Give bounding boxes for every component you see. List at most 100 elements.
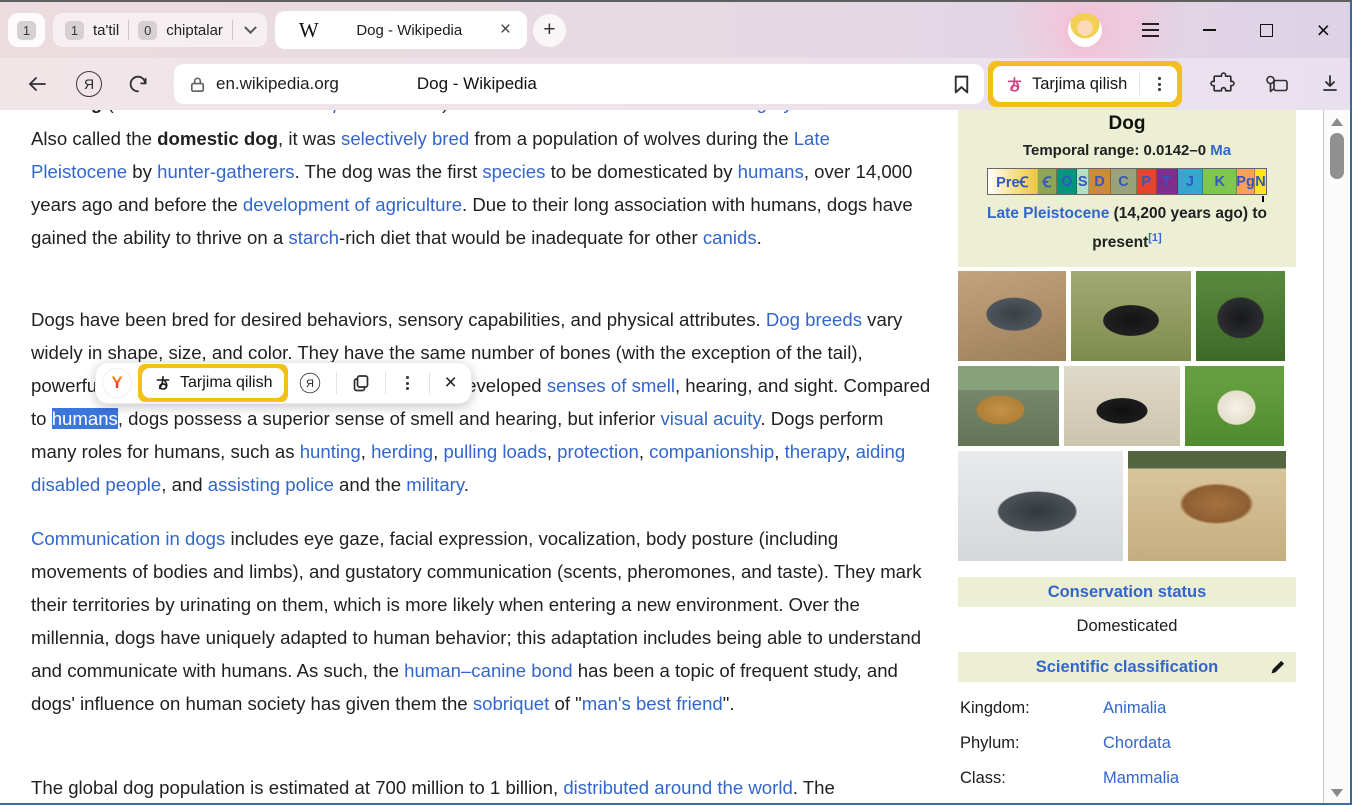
translate-options-icon[interactable]	[1152, 77, 1167, 91]
wiki-link[interactable]: companionship	[649, 441, 774, 462]
tab-bar: 1 1 ta'til 0 chiptalar W Dog - Wikipedia…	[0, 2, 1350, 58]
extensions-icon[interactable]	[1210, 72, 1235, 97]
minimize-button[interactable]	[1203, 29, 1216, 31]
timescale-segment[interactable]: S	[1077, 169, 1089, 194]
copy-icon[interactable]	[347, 373, 375, 393]
dog-photo[interactable]	[958, 451, 1123, 561]
dog-photo[interactable]	[1196, 271, 1285, 361]
new-tab-button[interactable]: +	[533, 14, 566, 47]
button-divider	[1139, 73, 1140, 95]
conservation-status-value: Domesticated	[958, 617, 1296, 636]
paragraph-1: Also called the domestic dog, it was sel…	[31, 122, 931, 254]
group-label-2[interactable]: chiptalar	[166, 22, 223, 39]
timescale-segment[interactable]: P	[1137, 169, 1157, 194]
text-run: or	[240, 110, 267, 113]
profile-avatar[interactable]	[1068, 13, 1102, 47]
wiki-link[interactable]: therapy	[785, 441, 846, 462]
wiki-link[interactable]: canids	[703, 227, 757, 248]
menu-icon[interactable]	[1142, 23, 1159, 37]
dog-photo[interactable]	[958, 366, 1059, 446]
wiki-link[interactable]: human–canine bond	[404, 660, 573, 681]
late-pleistocene-link[interactable]: Late Pleistocene	[987, 205, 1109, 222]
scrollbar-thumb[interactable]	[1330, 133, 1344, 179]
wiki-link[interactable]: senses of smell	[547, 375, 675, 396]
taxonomy-value-link[interactable]: Animalia	[1103, 699, 1166, 718]
wiki-link[interactable]: Communication in dogs	[31, 528, 225, 549]
tab-close-icon[interactable]: ×	[500, 19, 511, 41]
wiki-link[interactable]: protection	[557, 441, 639, 462]
group-label-1[interactable]: ta'til	[93, 22, 119, 39]
wiki-link[interactable]: pulling loads	[443, 441, 546, 462]
close-popup-icon[interactable]: ×	[440, 371, 460, 395]
tab-counter-pill[interactable]: 1	[8, 13, 45, 47]
tab-group-pill[interactable]: 1 ta'til 0 chiptalar	[53, 13, 267, 47]
scroll-down-arrow[interactable]	[1331, 789, 1343, 797]
password-manager-icon[interactable]	[1263, 73, 1290, 96]
dog-photo[interactable]	[1128, 451, 1286, 561]
timescale-segment[interactable]: C	[1111, 169, 1137, 194]
timescale-segment[interactable]: PreꞒ	[988, 169, 1038, 194]
maximize-button[interactable]	[1260, 24, 1273, 37]
timescale-segment[interactable]: J	[1178, 169, 1204, 194]
wiki-link[interactable]: herding	[371, 441, 433, 462]
more-options-icon[interactable]	[396, 376, 419, 390]
taxonomy-value-link[interactable]: Chordata	[1103, 734, 1171, 753]
wiki-link[interactable]: visual acuity	[660, 408, 760, 429]
edit-pencil-icon[interactable]	[1270, 659, 1286, 680]
scientific-classification-link[interactable]: Scientific classification	[1036, 658, 1218, 677]
timescale-segment[interactable]: O	[1057, 169, 1077, 194]
translate-button[interactable]: Tarjima qilish	[993, 66, 1177, 102]
close-window-button[interactable]: ×	[1317, 17, 1330, 44]
bookmark-icon[interactable]	[953, 74, 970, 95]
wiki-link[interactable]: domesticated	[488, 110, 599, 113]
popup-translate-label: Tarjima qilish	[180, 374, 272, 392]
timescale-segment[interactable]: Ꞓ	[1038, 169, 1058, 194]
taxonomy-value-link[interactable]: Mammalia	[1103, 769, 1179, 788]
url-host[interactable]: en.wikipedia.org	[216, 74, 339, 94]
wiki-link[interactable]: hunter-gatherers	[157, 161, 294, 182]
wiki-link[interactable]: selectively bred	[341, 128, 469, 149]
wiki-link[interactable]: development of agriculture	[243, 194, 462, 215]
wiki-link[interactable]: species	[482, 161, 545, 182]
wiki-link[interactable]: Canis familiaris	[114, 110, 240, 113]
text-run: , and	[161, 474, 208, 495]
ma-link[interactable]: Ma	[1210, 142, 1231, 159]
vertical-scrollbar[interactable]	[1323, 110, 1350, 803]
downloads-icon[interactable]	[1318, 72, 1342, 96]
yandex-logo-icon[interactable]: Y	[102, 368, 132, 398]
wiki-link[interactable]: hunting	[300, 441, 361, 462]
wiki-link[interactable]: distributed around the world	[563, 777, 792, 798]
wiki-link[interactable]: Canis lupus familiaris	[267, 110, 443, 113]
wiki-link[interactable]: sobriquet	[473, 693, 550, 714]
dog-photo[interactable]	[1185, 366, 1284, 446]
popup-translate-button[interactable]: Tarjima qilish	[142, 368, 284, 398]
yandex-home-button[interactable]: Я	[76, 71, 102, 97]
text-run: Dogs have been bred for desired behavior…	[31, 309, 766, 330]
scroll-up-arrow[interactable]	[1331, 118, 1343, 126]
timescale-segment[interactable]: T	[1157, 169, 1178, 194]
dog-photo[interactable]	[1071, 271, 1191, 361]
wiki-link[interactable]: Dog breeds	[766, 309, 862, 330]
dog-photo[interactable]	[958, 271, 1066, 361]
chevron-down-icon[interactable]	[244, 21, 257, 34]
timescale-segment[interactable]: K	[1203, 169, 1237, 194]
wiki-link[interactable]: starch	[288, 227, 339, 248]
timescale-segment[interactable]: D	[1089, 169, 1111, 194]
conservation-status-link[interactable]: Conservation status	[1048, 583, 1207, 602]
dog-photo[interactable]	[1064, 366, 1180, 446]
active-tab[interactable]: W Dog - Wikipedia ×	[275, 11, 527, 49]
wiki-link[interactable]: man's best friend	[582, 693, 723, 714]
wiki-link[interactable]: gray wolf	[757, 110, 831, 113]
timescale-segment[interactable]: Pg	[1237, 169, 1255, 194]
reload-button[interactable]	[126, 72, 150, 96]
wiki-link[interactable]: humans	[738, 161, 804, 182]
wiki-link[interactable]: assisting police	[208, 474, 334, 495]
back-button[interactable]	[20, 72, 54, 96]
temporal-range-detail: Late Pleistocene (14,200 years ago) to p…	[966, 202, 1288, 255]
search-in-yandex-icon[interactable]: Я	[297, 373, 324, 393]
wiki-link[interactable]: military	[406, 474, 464, 495]
reference-1-link[interactable]: [1]	[1148, 232, 1161, 244]
text-run: ,	[639, 441, 649, 462]
address-bar[interactable]: en.wikipedia.org Dog - Wikipedia	[174, 64, 984, 104]
timescale-segment[interactable]: N	[1255, 169, 1266, 194]
